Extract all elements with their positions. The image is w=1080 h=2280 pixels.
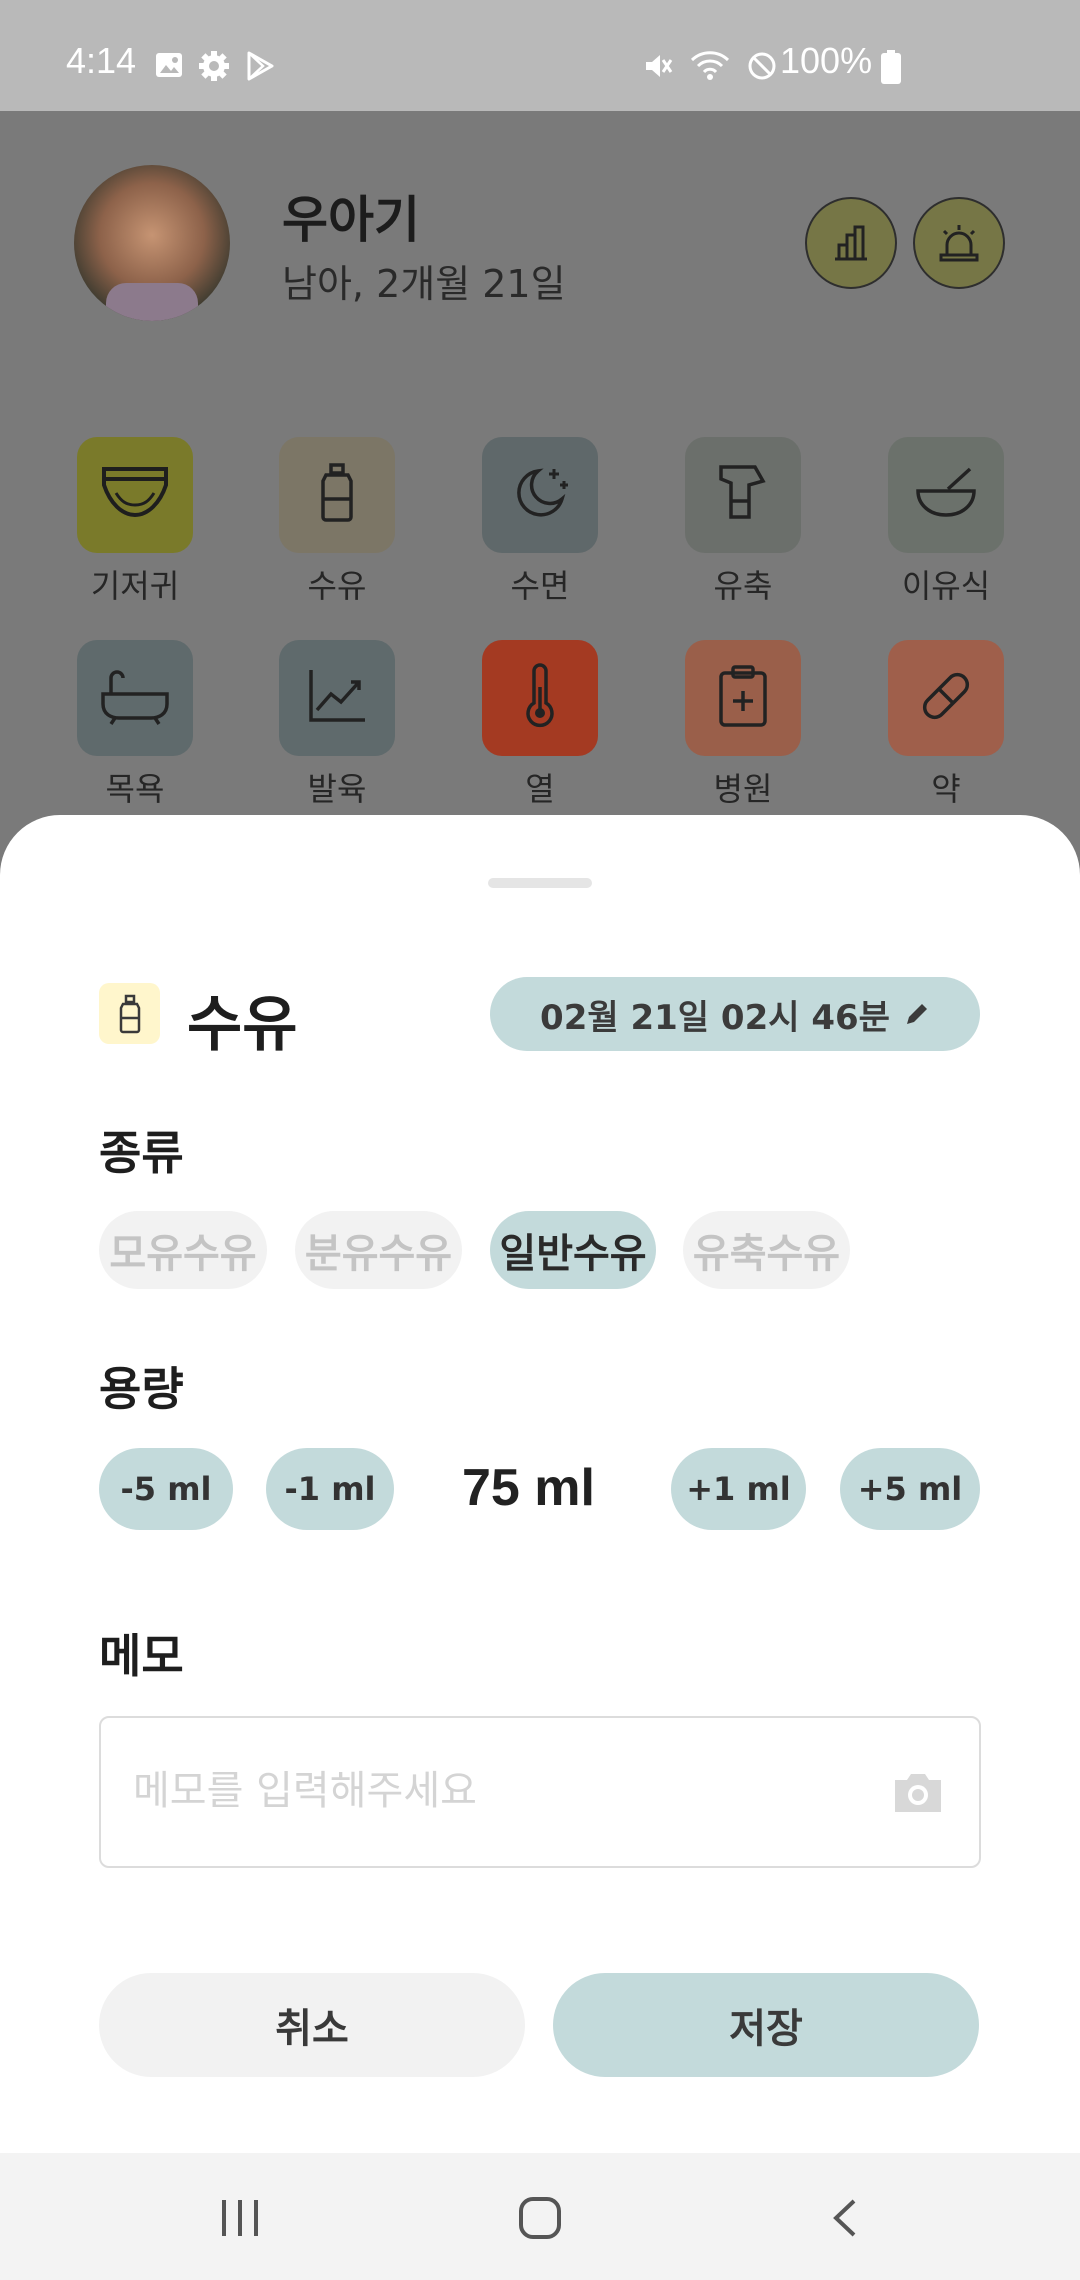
sheet-title: 수유 — [187, 990, 298, 1060]
category-tile[interactable] — [279, 437, 395, 553]
status-bar: 4:14 100% — [0, 0, 1080, 111]
alarm-siren-icon — [939, 225, 979, 262]
stats-button[interactable] — [805, 197, 897, 289]
category-label: 약 — [931, 770, 961, 808]
bathtub-icon — [99, 666, 171, 730]
category-label: 이유식 — [901, 567, 991, 605]
bowl-icon — [914, 463, 978, 527]
category-bowl[interactable]: 이유식 — [888, 437, 1004, 607]
recent-apps-icon[interactable] — [218, 2198, 262, 2238]
do-not-disturb-icon — [748, 52, 776, 80]
battery-percent: 100% — [780, 40, 873, 81]
category-tile[interactable] — [888, 437, 1004, 553]
category-tile[interactable] — [482, 640, 598, 756]
sheet-drag-handle[interactable] — [488, 878, 592, 888]
category-growth-chart[interactable]: 발육 — [279, 640, 395, 810]
moon-icon — [508, 461, 572, 529]
gallery-icon — [156, 53, 182, 77]
sheet-title-icon-box — [99, 983, 160, 1044]
pill-icon — [914, 664, 978, 732]
category-tile[interactable] — [685, 640, 801, 756]
plus-5-button[interactable]: +5 ml — [840, 1448, 980, 1530]
category-tile[interactable] — [77, 640, 193, 756]
minus-1-button[interactable]: -1 ml — [266, 1448, 394, 1530]
plus-1-button[interactable]: +1 ml — [671, 1448, 806, 1530]
baby-name: 우아기 — [282, 191, 420, 249]
back-icon[interactable] — [828, 2198, 860, 2238]
category-tile[interactable] — [482, 437, 598, 553]
category-bathtub[interactable]: 목욕 — [77, 640, 193, 810]
type-section-label: 종류 — [99, 1126, 184, 1180]
pencil-icon — [906, 1004, 927, 1024]
bottle-icon — [119, 994, 140, 1033]
alarm-button[interactable] — [913, 197, 1005, 289]
category-label: 기저귀 — [90, 567, 180, 605]
amount-section-label: 용량 — [99, 1362, 184, 1416]
category-diaper[interactable]: 기저귀 — [77, 437, 193, 607]
thermometer-icon — [522, 663, 558, 733]
amount-value: 75 ml — [462, 1459, 595, 1517]
category-tile[interactable] — [685, 437, 801, 553]
play-store-icon — [247, 51, 274, 81]
wifi-icon — [690, 51, 730, 80]
category-breast-pump[interactable]: 유축 — [685, 437, 801, 607]
memo-input[interactable] — [131, 1760, 875, 1822]
memo-section-label: 메모 — [99, 1629, 184, 1683]
type-chip-pumped[interactable]: 유축수유 — [683, 1211, 850, 1289]
mute-icon — [646, 55, 673, 77]
settings-gear-icon — [199, 51, 229, 81]
category-pill[interactable]: 약 — [888, 640, 1004, 810]
category-label: 발육 — [307, 770, 367, 808]
datetime-button[interactable]: 02월 21일 02시 46분 — [490, 977, 980, 1051]
growth-chart-icon — [305, 666, 369, 730]
diaper-icon — [100, 463, 170, 527]
category-label: 병원 — [713, 770, 773, 808]
system-nav-bar — [0, 2153, 1080, 2280]
category-moon[interactable]: 수면 — [482, 437, 598, 607]
category-tile[interactable] — [77, 437, 193, 553]
category-label: 유축 — [713, 567, 773, 605]
minus-5-button[interactable]: -5 ml — [99, 1448, 233, 1530]
memo-box — [99, 1716, 981, 1868]
baby-avatar[interactable] — [74, 165, 230, 321]
category-clipboard[interactable]: 병원 — [685, 640, 801, 810]
type-chip-breastfeeding[interactable]: 모유수유 — [99, 1211, 267, 1289]
datetime-text: 02월 21일 02시 46분 — [540, 997, 890, 1038]
status-system-icons — [642, 50, 778, 82]
type-chip-formula[interactable]: 분유수유 — [295, 1211, 462, 1289]
stats-chart-icon — [835, 225, 867, 261]
save-button[interactable]: 저장 — [553, 1973, 979, 2077]
breast-pump-icon — [713, 461, 773, 529]
bottle-icon — [315, 461, 359, 529]
category-label: 열 — [525, 770, 555, 808]
status-time: 4:14 — [66, 40, 137, 81]
category-tile[interactable] — [279, 640, 395, 756]
battery-icon — [881, 50, 901, 84]
category-tile[interactable] — [888, 640, 1004, 756]
category-label: 수면 — [510, 567, 570, 605]
category-thermometer[interactable]: 열 — [482, 640, 598, 810]
clipboard-icon — [715, 663, 771, 733]
camera-icon[interactable] — [891, 1770, 945, 1816]
category-label: 수유 — [307, 567, 367, 605]
baby-info: 남아, 2개월 21일 — [282, 262, 566, 306]
type-chip-general[interactable]: 일반수유 — [490, 1211, 656, 1289]
home-icon[interactable] — [518, 2196, 562, 2240]
category-bottle[interactable]: 수유 — [279, 437, 395, 607]
status-notification-icons — [154, 50, 276, 82]
cancel-button[interactable]: 취소 — [99, 1973, 525, 2077]
category-label: 목욕 — [105, 770, 165, 808]
